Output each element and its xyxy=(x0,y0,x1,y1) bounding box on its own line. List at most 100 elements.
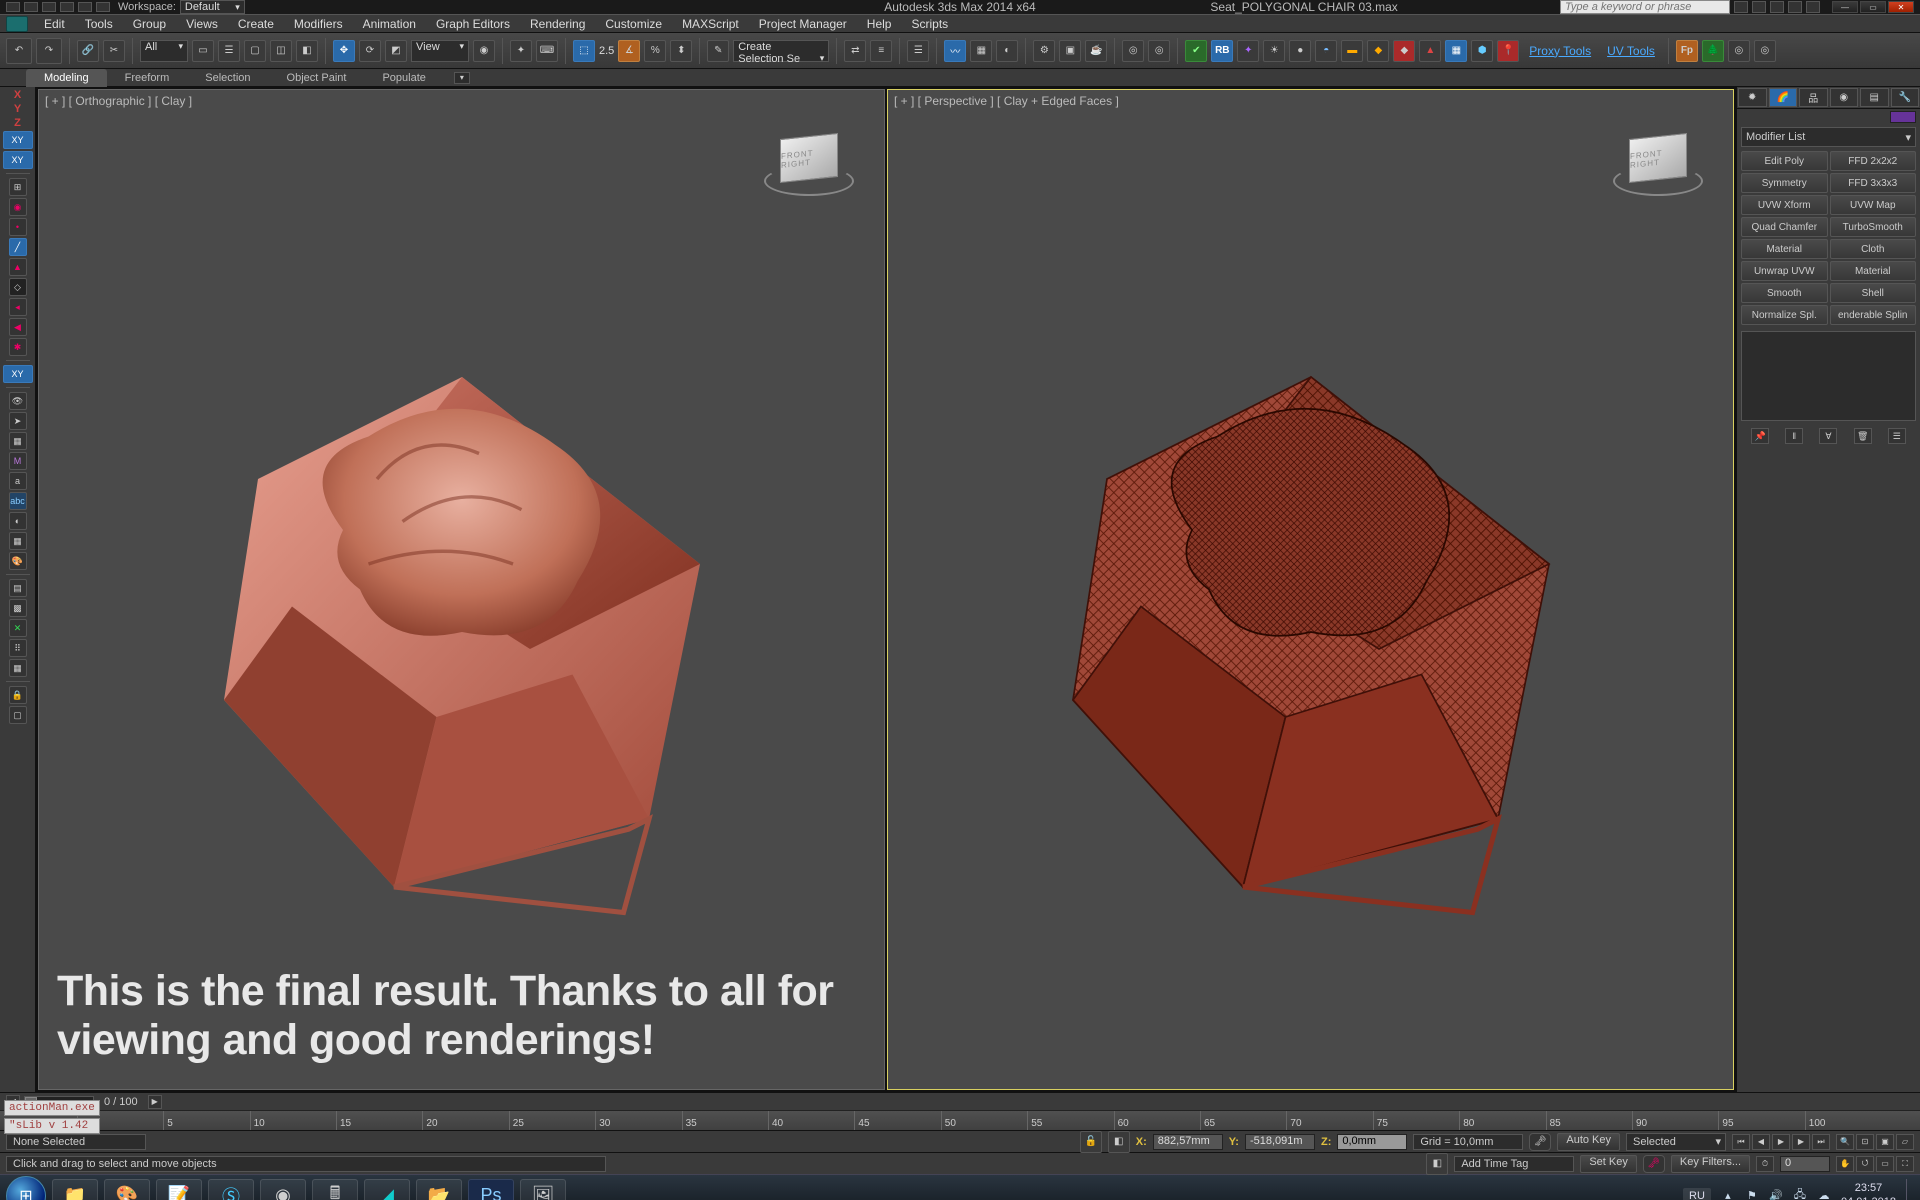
vray-mat-icon[interactable]: ◆ xyxy=(1367,40,1389,62)
percent-snap-button[interactable]: % xyxy=(644,40,666,62)
qat-new-icon[interactable] xyxy=(6,2,20,12)
manipulate-button[interactable]: ✦ xyxy=(510,40,532,62)
select-move-button[interactable]: ✥ xyxy=(333,40,355,62)
uvw-icon[interactable]: ▦ xyxy=(9,532,27,550)
vray-mesh-icon[interactable]: ▲ xyxy=(1419,40,1441,62)
qat-link-icon[interactable] xyxy=(96,2,110,12)
axis-z-button[interactable]: Z xyxy=(8,117,28,129)
key-filters-button[interactable]: Key Filters... xyxy=(1671,1155,1750,1173)
selection-filter-dropdown[interactable]: All xyxy=(140,40,188,62)
snap-vertex-icon[interactable]: • xyxy=(9,218,27,236)
goto-end-button[interactable]: ⏭ xyxy=(1812,1134,1830,1150)
viewport-orthographic[interactable]: [ + ] [ Orthographic ] [ Clay ] FRONT RI… xyxy=(38,89,885,1090)
tray-volume-icon[interactable]: 🔊 xyxy=(1769,1189,1783,1200)
taskbar-chrome-icon[interactable]: ◉ xyxy=(260,1179,306,1200)
object-color-swatch[interactable] xyxy=(1890,111,1916,123)
lock-icon[interactable]: 🔒 xyxy=(9,686,27,704)
redo-button[interactable]: ↷ xyxy=(36,38,62,64)
menu-edit[interactable]: Edit xyxy=(34,17,75,31)
vray-plane-icon[interactable]: ▬ xyxy=(1341,40,1363,62)
mod-uvw-map[interactable]: UVW Map xyxy=(1830,195,1917,215)
next-frame-button[interactable]: ▶ xyxy=(1792,1134,1810,1150)
tray-chevron-icon[interactable]: ▴ xyxy=(1721,1189,1735,1200)
vray-sun-button[interactable]: ☀ xyxy=(1263,40,1285,62)
menu-rendering[interactable]: Rendering xyxy=(520,17,595,31)
nav-pan-icon[interactable]: ✋ xyxy=(1836,1156,1854,1172)
snap-midpoint-icon[interactable]: ◇ xyxy=(9,278,27,296)
snap-pivot-icon[interactable]: ◉ xyxy=(9,198,27,216)
relative-absolute-icon[interactable]: ◧ xyxy=(1108,1131,1130,1153)
window-minimize-button[interactable]: — xyxy=(1832,1,1858,13)
undo-button[interactable]: ↶ xyxy=(6,38,32,64)
cmd-tab-display[interactable]: ▤ xyxy=(1860,88,1889,107)
modifier-stack-icon[interactable]: M xyxy=(9,452,27,470)
key-mode-icon[interactable]: 🗝 xyxy=(1643,1155,1665,1173)
tray-network-icon[interactable]: 🖧 xyxy=(1793,1189,1807,1200)
mod-renderable-spline[interactable]: enderable Splin xyxy=(1830,305,1917,325)
vray-pin-icon[interactable]: 📍 xyxy=(1497,40,1519,62)
snap-knot-icon[interactable]: ✱ xyxy=(9,338,27,356)
search-help-icon[interactable] xyxy=(1734,1,1748,13)
pixels-icon[interactable]: ⠿ xyxy=(9,639,27,657)
signin-icon[interactable] xyxy=(1752,1,1766,13)
set-key-icon[interactable]: 🗝 xyxy=(1529,1133,1551,1151)
nav-orbit-icon[interactable]: ⭯ xyxy=(1856,1156,1874,1172)
vray-sphere-icon[interactable]: ● xyxy=(1289,40,1311,62)
vray-dome-icon[interactable]: ◓ xyxy=(1315,40,1337,62)
vray-fb-icon[interactable]: ▦ xyxy=(1445,40,1467,62)
select-rotate-button[interactable]: ⟳ xyxy=(359,40,381,62)
proxy-tools-link[interactable]: Proxy Tools xyxy=(1529,44,1591,58)
nav-walk-icon[interactable]: ▭ xyxy=(1876,1156,1894,1172)
tray-language[interactable]: RU xyxy=(1683,1188,1711,1200)
cmd-tab-hierarchy[interactable]: 品 xyxy=(1799,88,1828,107)
gradient-icon[interactable]: ▤ xyxy=(9,579,27,597)
taskbar-folder-icon[interactable]: 📂 xyxy=(416,1179,462,1200)
exchange-icon[interactable] xyxy=(1770,1,1784,13)
ribbon-tab-modeling[interactable]: Modeling xyxy=(26,69,107,87)
goto-start-button[interactable]: ⏮ xyxy=(1732,1134,1750,1150)
taskbar-notes-icon[interactable]: 📝 xyxy=(156,1179,202,1200)
mod-material-1[interactable]: Material xyxy=(1741,239,1828,259)
tray-clock[interactable]: 23:57 04.01.2018 xyxy=(1841,1182,1896,1200)
prev-frame-button[interactable]: ◀ xyxy=(1752,1134,1770,1150)
mat-editor-button[interactable]: ◐ xyxy=(996,40,1018,62)
nav-zoom-icon[interactable]: 🔍 xyxy=(1836,1134,1854,1150)
rb-button[interactable]: RB xyxy=(1211,40,1233,62)
mod-unwrap-uvw[interactable]: Unwrap UVW xyxy=(1741,261,1828,281)
show-desktop-button[interactable] xyxy=(1906,1179,1914,1200)
ribbon-tab-populate[interactable]: Populate xyxy=(364,69,443,87)
menu-group[interactable]: Group xyxy=(123,17,176,31)
taskbar-photoshop-icon[interactable]: Ps xyxy=(468,1179,514,1200)
mod-symmetry[interactable]: Symmetry xyxy=(1741,173,1828,193)
viewcube-left[interactable]: FRONT RIGHT xyxy=(764,120,854,210)
mod-uvw-xform[interactable]: UVW Xform xyxy=(1741,195,1828,215)
mirror-button[interactable]: ⇄ xyxy=(844,40,866,62)
modifier-stack[interactable] xyxy=(1741,331,1916,421)
fp-button[interactable]: Fp xyxy=(1676,40,1698,62)
vray-camera-icon[interactable]: ⬢ xyxy=(1471,40,1493,62)
menu-views[interactable]: Views xyxy=(176,17,228,31)
plugin-btn-3[interactable]: ◎ xyxy=(1728,40,1750,62)
edit-named-sel-button[interactable]: ✎ xyxy=(707,40,729,62)
mod-quad-chamfer[interactable]: Quad Chamfer xyxy=(1741,217,1828,237)
snap-center-icon[interactable]: ◀ xyxy=(9,318,27,336)
taskbar-explorer-icon[interactable]: 📁 xyxy=(52,1179,98,1200)
show-end-result-icon[interactable]: ‖ xyxy=(1785,428,1803,444)
axis-xy-button-2[interactable]: XY xyxy=(3,151,33,169)
time-config-icon[interactable]: ⏱ xyxy=(1756,1156,1774,1172)
menu-graph-editors[interactable]: Graph Editors xyxy=(426,17,520,31)
snap-edge-icon[interactable]: ╱ xyxy=(9,238,27,256)
taskbar-3dsmax-icon[interactable]: ◢ xyxy=(364,1179,410,1200)
application-button[interactable] xyxy=(6,16,28,32)
curve-editor-button[interactable]: 〰 xyxy=(944,40,966,62)
snap-endpoint-icon[interactable]: ◂ xyxy=(9,298,27,316)
menu-help[interactable]: Help xyxy=(857,17,902,31)
menu-animation[interactable]: Animation xyxy=(353,17,426,31)
mod-ffd-3x3x3[interactable]: FFD 3x3x3 xyxy=(1830,173,1917,193)
select-object-button[interactable]: ▭ xyxy=(192,40,214,62)
tray-cloud-icon[interactable]: ☁ xyxy=(1817,1189,1831,1200)
window-close-button[interactable]: ✕ xyxy=(1888,1,1914,13)
menu-project-manager[interactable]: Project Manager xyxy=(749,17,857,31)
layer-manager-button[interactable]: ☰ xyxy=(907,40,929,62)
material-icon[interactable]: ◐ xyxy=(9,512,27,530)
